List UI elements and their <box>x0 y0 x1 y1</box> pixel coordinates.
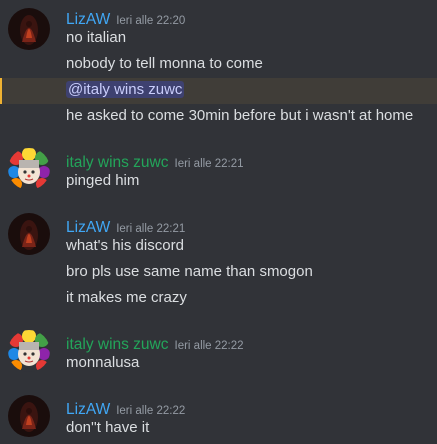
message-line: pinged him <box>0 169 437 195</box>
message-text: it makes me crazy <box>66 289 187 306</box>
message-line: nobody to tell monna to come <box>0 52 437 78</box>
message-group: italy wins zuwc Ieri alle 22:21 pinged hi… <box>0 144 437 198</box>
message-text: monnalusa <box>66 354 140 371</box>
message-line: what's his discord <box>0 234 437 260</box>
message-text: what's his discord <box>66 237 184 254</box>
message-text: don''t have it <box>66 419 150 436</box>
message-header: LizAW Ieri alle 22:21 <box>66 217 185 236</box>
message-line-mentioned: @italy wins zuwc <box>0 78 437 104</box>
message-header: italy wins zuwc Ieri alle 22:22 <box>66 334 244 353</box>
message-text: he asked to come 30min before but i wasn… <box>66 107 414 124</box>
message-line: don''t have it <box>0 416 437 442</box>
message-line: it makes me crazy <box>0 286 437 312</box>
message-line: no italian <box>0 26 437 52</box>
message-header: LizAW Ieri alle 22:22 <box>66 399 185 418</box>
message-group: LizAW Ieri alle 22:22 don''t have it <box>0 391 437 444</box>
user-mention[interactable]: @italy wins zuwc <box>66 81 185 98</box>
message-header: LizAW Ieri alle 22:20 <box>66 9 185 28</box>
message-line: monnalusa <box>0 351 437 377</box>
message-text: no italian <box>66 29 127 46</box>
message-group: italy wins zuwc Ieri alle 22:22 monnalusa <box>0 326 437 380</box>
chat-message-list: LizAW Ieri alle 22:20 no italian nobody t… <box>0 0 437 444</box>
message-group: LizAW Ieri alle 22:20 no italian nobody t… <box>0 0 437 132</box>
message-line: bro pls use same name than smogon <box>0 260 437 286</box>
message-group: LizAW Ieri alle 22:21 what's his discord … <box>0 209 437 315</box>
message-text: nobody to tell monna to come <box>66 55 263 72</box>
message-header: italy wins zuwc Ieri alle 22:21 <box>66 152 244 171</box>
message-text: pinged him <box>66 172 140 189</box>
message-line: he asked to come 30min before but i wasn… <box>0 104 437 130</box>
message-text: bro pls use same name than smogon <box>66 263 313 280</box>
